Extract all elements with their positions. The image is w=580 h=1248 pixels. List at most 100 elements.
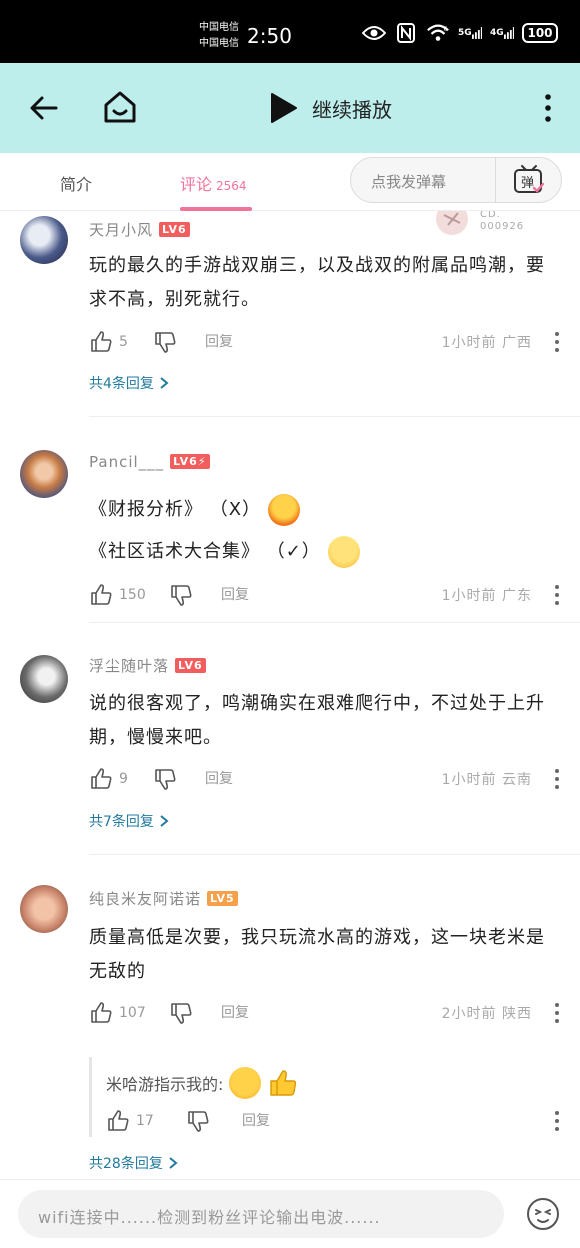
reply-label: 回复 xyxy=(242,1113,270,1129)
continue-play-button[interactable] xyxy=(266,91,300,125)
thumbs-up-icon xyxy=(91,584,112,605)
like-button[interactable]: 107 xyxy=(89,1001,146,1025)
clock: 2:50 xyxy=(247,24,292,48)
like-button[interactable]: 5 xyxy=(89,330,128,354)
app-screen: 中国电信 中国电信 2:50 6 5G 4G 100 继续播放 简介 评论 25… xyxy=(0,0,580,1248)
top-bar: 继续播放 xyxy=(0,63,580,153)
level-badge: LV6 xyxy=(175,658,206,673)
replies-count-label: 共7条回复 xyxy=(89,814,154,830)
avatar[interactable] xyxy=(20,885,68,933)
emoji-icon xyxy=(527,1198,559,1230)
comment-item: Pancil___ LV6⚡ 《财报分析》 （X） 《社区话术大合集》 （✓） 1… xyxy=(0,417,580,623)
signal-4g-icon: 4G xyxy=(490,22,514,44)
comment-feed[interactable]: CD. 000926 天月小风 LV6 玩的最久的手游战双崩三，以及战双的附属品鸣… xyxy=(0,211,580,1179)
danmu-toggle-button[interactable]: 弹 xyxy=(495,158,561,202)
like-button[interactable]: 150 xyxy=(89,583,146,607)
danmu-input[interactable]: 点我发弹幕 弹 xyxy=(350,157,562,203)
laughing-emoji-icon xyxy=(267,494,300,526)
comment-more-icon[interactable] xyxy=(552,767,562,791)
comment-meta: 1小时前 云南 xyxy=(441,772,532,788)
more-vertical-icon xyxy=(545,94,551,122)
back-button[interactable] xyxy=(26,91,62,125)
tab-comments-count: 2564 xyxy=(216,179,247,193)
signal-5g-icon: 5G xyxy=(458,22,482,44)
dislike-button[interactable] xyxy=(153,767,177,791)
more-options-button[interactable] xyxy=(538,91,558,125)
comment-more-icon[interactable] xyxy=(552,1001,562,1025)
comment-text: 说的很客观了，鸣潮确实在艰难爬行中，不过处于上升期，慢慢来吧。 xyxy=(89,693,545,748)
dislike-button[interactable] xyxy=(186,1109,210,1133)
comment-item: 浮尘随叶落 LV6 说的很客观了，鸣潮确实在艰难爬行中，不过处于上升期，慢慢来吧。… xyxy=(0,623,580,855)
carrier-labels: 中国电信 中国电信 xyxy=(199,20,239,52)
comment-more-icon[interactable] xyxy=(552,583,562,607)
reply-button[interactable]: 回复 xyxy=(242,1110,270,1130)
eye-icon xyxy=(362,22,386,44)
thumbs-down-icon xyxy=(155,769,176,790)
avatar[interactable] xyxy=(20,655,68,703)
sub-reply-more-icon[interactable] xyxy=(552,1109,562,1133)
danmu-icon: 弹 xyxy=(513,165,544,193)
comment-meta: 1小时前 广西 xyxy=(441,335,532,351)
danmu-placeholder: 点我发弹幕 xyxy=(371,173,447,191)
thumbs-up-icon xyxy=(91,331,112,352)
like-count: 17 xyxy=(136,1113,154,1129)
sub-reply: 米哈游指示我的: 17 回复 xyxy=(89,1057,562,1137)
continue-play-label[interactable]: 继续播放 xyxy=(312,94,392,123)
like-button[interactable]: 9 xyxy=(89,767,128,791)
thumbs-down-icon xyxy=(171,585,192,606)
chevron-right-icon xyxy=(160,815,169,827)
comment-username[interactable]: 天月小风 LV6 xyxy=(89,219,190,240)
thumbs-up-emoji-icon xyxy=(270,1070,297,1096)
comment-item: 纯良米友阿诺诺 LV5 质量高低是次要，我只玩流水高的游戏，这一块老米是无敌的 1… xyxy=(0,855,580,1179)
username-text: 天月小风 xyxy=(89,221,154,239)
comment-meta: 1小时前 广东 xyxy=(441,588,532,604)
comment-actions: 5 回复 1小时前 广西 xyxy=(89,330,562,356)
reply-label: 回复 xyxy=(205,334,233,350)
reply-label: 回复 xyxy=(205,771,233,787)
reply-label: 回复 xyxy=(221,1005,249,1021)
username-text: Pancil___ xyxy=(89,453,165,471)
sub-reply-actions: 17 回复 xyxy=(106,1109,562,1135)
comment-username[interactable]: 浮尘随叶落 LV6 xyxy=(89,655,206,676)
comment-username[interactable]: Pancil___ LV6⚡ xyxy=(89,453,210,471)
smug-emoji-icon xyxy=(327,536,360,568)
home-icon xyxy=(104,91,136,123)
reply-button[interactable]: 回复 xyxy=(221,584,249,604)
like-count: 150 xyxy=(119,587,146,603)
net-5g-label: 5G xyxy=(458,28,472,38)
chevron-right-icon xyxy=(169,1157,178,1169)
avatar[interactable] xyxy=(20,216,68,264)
comment-username[interactable]: 纯良米友阿诺诺 LV5 xyxy=(89,888,238,909)
home-button[interactable] xyxy=(100,87,140,127)
thumbs-down-icon xyxy=(188,1111,209,1132)
dislike-button[interactable] xyxy=(153,330,177,354)
emoji-button[interactable] xyxy=(526,1197,560,1231)
comment-actions: 150 回复 1小时前 广东 xyxy=(89,583,562,609)
comment-text: 《财报分析》 （X） 《社区话术大合集》 （✓） xyxy=(89,489,562,573)
comment-item: 天月小风 LV6 玩的最久的手游战双崩三，以及战双的附属品鸣潮，要求不高，别死就行… xyxy=(0,211,580,417)
dislike-button[interactable] xyxy=(169,583,193,607)
avatar[interactable] xyxy=(20,450,68,498)
comment-more-icon[interactable] xyxy=(552,330,562,354)
dislike-button[interactable] xyxy=(169,1001,193,1025)
view-replies-link[interactable]: 共28条回复 xyxy=(89,1153,179,1173)
reply-button[interactable]: 回复 xyxy=(221,1002,249,1022)
reply-button[interactable]: 回复 xyxy=(205,768,233,788)
tab-comments[interactable]: 评论 2564 xyxy=(180,171,247,195)
comment-line-2-text: 《社区话术大合集》 （✓） xyxy=(89,541,321,562)
comment-input-bar: wifi连接中......检测到粉丝评论输出电波...... xyxy=(0,1179,580,1248)
like-button[interactable]: 17 xyxy=(106,1109,154,1133)
reply-label: 回复 xyxy=(221,587,249,603)
level-badge: LV5 xyxy=(207,891,238,906)
like-count: 107 xyxy=(119,1005,146,1021)
tab-intro[interactable]: 简介 xyxy=(60,171,92,195)
comment-input[interactable]: wifi连接中......检测到粉丝评论输出电波...... xyxy=(18,1190,504,1238)
reply-button[interactable]: 回复 xyxy=(205,331,233,351)
view-replies-link[interactable]: 共4条回复 xyxy=(89,373,170,393)
status-icons: 6 5G 4G 100 xyxy=(362,22,558,44)
play-icon xyxy=(271,93,297,123)
level-badge: LV6 xyxy=(159,222,190,237)
comment-line-1: 《财报分析》 （X） xyxy=(89,489,562,531)
view-replies-link[interactable]: 共7条回复 xyxy=(89,811,170,831)
comment-line-2: 《社区话术大合集》 （✓） xyxy=(89,531,562,573)
